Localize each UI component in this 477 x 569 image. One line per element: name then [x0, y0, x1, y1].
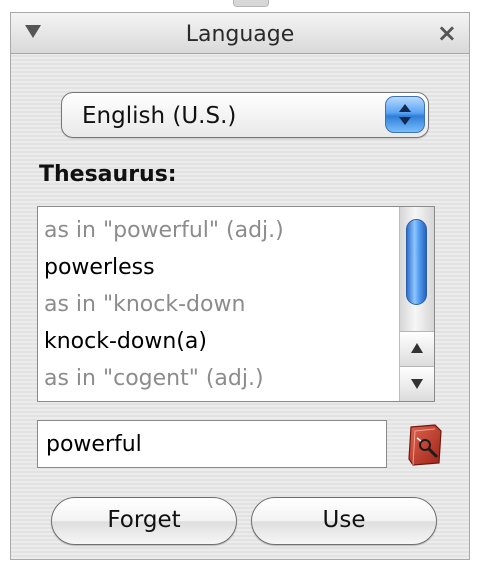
list-item-word[interactable]: powerless	[44, 249, 404, 286]
panel-title: Language	[185, 22, 295, 47]
list-item-heading: as in "powerful" (adj.)	[44, 218, 284, 243]
list-item-heading: as in "cogent" (adj.)	[44, 366, 264, 391]
forget-button[interactable]: Forget	[51, 497, 237, 545]
use-button[interactable]: Use	[251, 497, 437, 545]
language-popup-value: English (U.S.)	[82, 103, 237, 129]
scroll-down-arrow-icon[interactable]	[400, 366, 434, 401]
title-bar[interactable]: Language ×	[11, 13, 469, 54]
language-panel: Language × English (U.S.) Thesaurus: as …	[10, 12, 470, 560]
word-input[interactable]	[37, 420, 387, 468]
dictionary-book-icon[interactable]	[405, 423, 445, 467]
window-top-nub	[233, 0, 269, 7]
thesaurus-label: Thesaurus:	[39, 162, 177, 187]
scrollbar-thumb[interactable]	[406, 219, 427, 305]
popup-stepper-icon	[385, 96, 425, 133]
language-popup[interactable]: English (U.S.)	[61, 92, 429, 138]
thesaurus-list[interactable]: as in "powerful" (adj.) powerless as in …	[37, 206, 435, 402]
close-icon[interactable]: ×	[437, 21, 457, 45]
scroll-up-arrow-icon[interactable]	[400, 331, 434, 366]
list-item-word[interactable]: knock-down(a)	[44, 323, 404, 360]
vertical-scrollbar[interactable]	[399, 207, 434, 401]
list-item-heading: as in "knock-down	[44, 292, 246, 317]
